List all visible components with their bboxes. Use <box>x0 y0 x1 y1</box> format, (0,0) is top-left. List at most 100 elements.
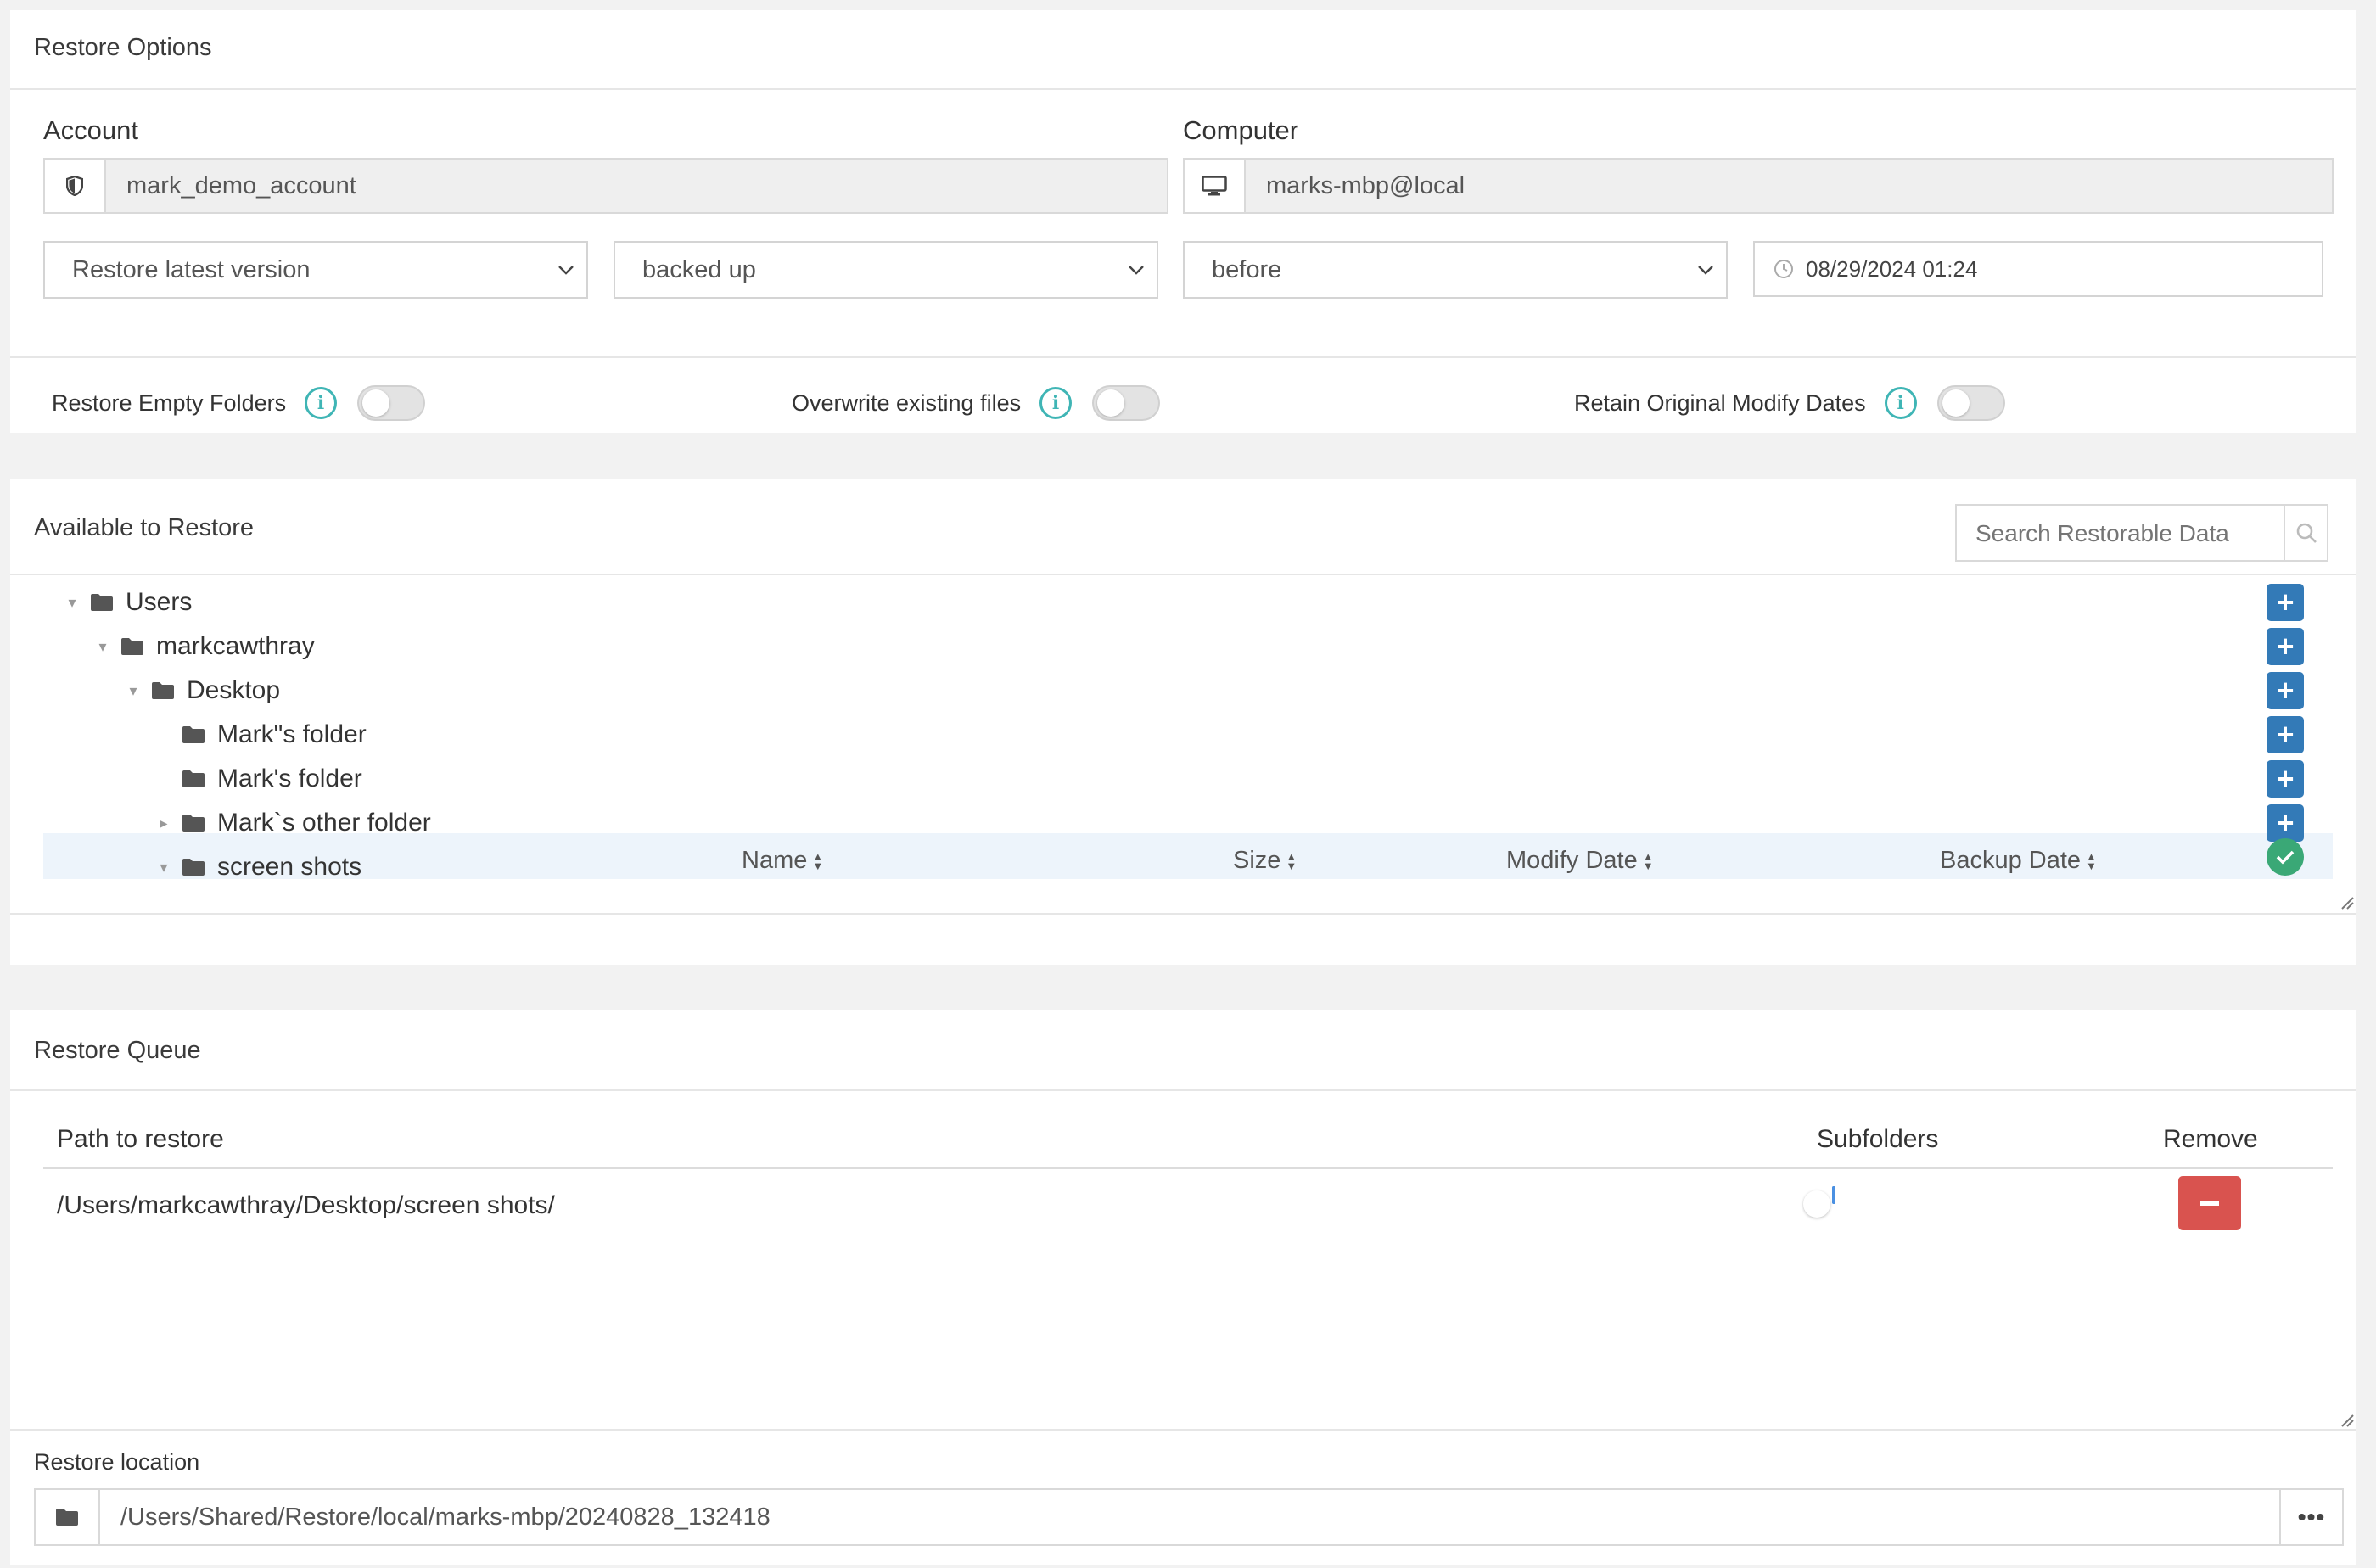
column-size-header[interactable]: Size ▲ ▼ <box>1233 847 1297 875</box>
tree-node[interactable]: Mark"s folder <box>153 713 367 757</box>
computer-value: marks-mbp@local <box>1266 171 1465 199</box>
column-remove-header: Remove <box>2163 1125 2258 1153</box>
tree-node[interactable]: ▾ markcawthray <box>92 624 315 669</box>
divider <box>10 1089 2356 1091</box>
column-name-label: Name <box>742 847 808 874</box>
remove-button[interactable] <box>2178 1176 2241 1230</box>
resize-handle-icon[interactable] <box>2339 894 2354 910</box>
monitor-icon <box>1185 160 1246 212</box>
column-modify-date-label: Modify Date <box>1506 847 1638 874</box>
state-select[interactable]: backed up <box>614 241 1158 299</box>
tree-node-label: markcawthray <box>156 632 315 660</box>
folder-icon <box>121 638 143 655</box>
resize-handle-icon[interactable] <box>2339 1412 2354 1427</box>
caret-down-icon[interactable]: ▾ <box>61 594 83 612</box>
add-to-queue-button[interactable]: + <box>2267 672 2304 709</box>
sort-icon: ▲ ▼ <box>1286 849 1297 872</box>
overwrite-label: Overwrite existing files <box>792 389 1022 416</box>
folder-icon <box>36 1490 100 1544</box>
search-input[interactable] <box>1957 506 2284 562</box>
datetime-input[interactable]: 08/29/2024 01:24 <box>1753 241 2323 297</box>
table-row: /Users/markcawthray/Desktop/screen shots… <box>43 1173 2333 1237</box>
column-path-header: Path to restore <box>57 1125 224 1153</box>
column-backup-date-header[interactable]: Backup Date ▲ ▼ <box>1940 847 2097 875</box>
tree-node[interactable]: ▸ Mark`s other folder <box>153 801 430 845</box>
minus-icon <box>2200 1201 2219 1206</box>
option-empty-folders: Restore Empty Folders i <box>52 375 426 431</box>
folder-icon <box>91 594 113 611</box>
available-panel: Available to Restore ▾ Users + ▾ markcawthra… <box>10 479 2356 965</box>
folder-icon <box>182 815 205 832</box>
empty-folders-toggle[interactable] <box>357 385 426 421</box>
tree-scroll-area[interactable]: ▾ Users + ▾ markcawthray + ▾ Desktop + Mark"s fol… <box>10 575 2356 898</box>
info-icon[interactable]: i <box>1040 387 1073 419</box>
datetime-value: 08/29/2024 01:24 <box>1806 255 1978 282</box>
info-icon[interactable]: i <box>305 387 338 419</box>
add-to-queue-button[interactable]: + <box>2267 628 2304 665</box>
add-to-queue-button[interactable]: + <box>2267 716 2304 753</box>
option-overwrite: Overwrite existing files i <box>792 375 1161 431</box>
browse-button[interactable]: ••• <box>2279 1490 2342 1544</box>
folder-icon <box>152 682 174 699</box>
divider <box>10 88 2356 90</box>
divider <box>10 913 2356 915</box>
when-select-value: before <box>1212 255 1282 283</box>
caret-down-icon[interactable]: ▾ <box>122 682 144 700</box>
clock-icon <box>1774 260 1793 278</box>
restore-location-field[interactable]: /Users/Shared/Restore/local/marks-mbp/20… <box>34 1488 2344 1546</box>
caret-right-icon[interactable]: ▸ <box>153 815 175 832</box>
computer-field[interactable]: marks-mbp@local <box>1183 158 2334 214</box>
empty-folders-label: Restore Empty Folders <box>52 389 287 416</box>
restore-location-label: Restore location <box>34 1449 200 1475</box>
divider <box>10 356 2356 358</box>
column-backup-date-label: Backup Date <box>1940 847 2082 874</box>
column-modify-date-header[interactable]: Modify Date ▲ ▼ <box>1506 847 1654 875</box>
tree-node-label: Mark"s folder <box>217 720 367 748</box>
check-circle-icon <box>2267 838 2304 876</box>
option-retain-dates: Retain Original Modify Dates i <box>1574 375 2005 431</box>
add-to-queue-button[interactable]: + <box>2267 804 2304 842</box>
retain-dates-toggle[interactable] <box>1936 385 2005 421</box>
state-select-value: backed up <box>642 255 756 283</box>
search-button[interactable] <box>2284 506 2327 560</box>
tree-node[interactable]: ▾ Desktop <box>122 669 280 713</box>
folder-icon <box>182 859 205 876</box>
account-field[interactable]: mark_demo_account <box>43 158 1168 214</box>
version-select[interactable]: Restore latest version <box>43 241 588 299</box>
restore-options-title: Restore Options <box>34 34 212 61</box>
restore-location-value: /Users/Shared/Restore/local/marks-mbp/20… <box>120 1503 771 1531</box>
tree-node-label: Desktop <box>187 676 281 704</box>
add-to-queue-button[interactable]: + <box>2267 760 2304 798</box>
tree-node[interactable]: ▾ screen shots <box>153 845 361 889</box>
column-subfolders-header: Subfolders <box>1817 1125 1939 1153</box>
search-icon <box>2296 523 2317 543</box>
sort-icon: ▲ ▼ <box>1642 849 1654 872</box>
chevron-down-icon <box>558 266 574 275</box>
search-box[interactable] <box>1955 504 2328 562</box>
divider <box>10 1429 2356 1431</box>
caret-down-icon[interactable]: ▾ <box>92 638 114 656</box>
chevron-down-icon <box>1698 266 1713 275</box>
add-to-queue-button[interactable]: + <box>2267 584 2304 621</box>
column-name-header[interactable]: Name ▲ ▼ <box>742 847 823 875</box>
sort-icon: ▲ ▼ <box>812 849 824 872</box>
tree-node-label: Mark's folder <box>217 764 362 792</box>
computer-label: Computer <box>1183 115 1299 145</box>
overwrite-toggle[interactable] <box>1092 385 1161 421</box>
available-title: Available to Restore <box>34 514 255 541</box>
ellipsis-icon: ••• <box>2297 1504 2326 1530</box>
retain-dates-label: Retain Original Modify Dates <box>1574 389 1866 416</box>
when-select[interactable]: before <box>1183 241 1728 299</box>
column-size-label: Size <box>1233 847 1281 874</box>
sort-icon: ▲ ▼ <box>2086 849 2097 872</box>
tree-node[interactable]: Mark's folder <box>153 757 362 801</box>
restore-queue-title: Restore Queue <box>34 1037 201 1064</box>
folder-icon <box>182 770 205 787</box>
caret-down-icon[interactable]: ▾ <box>153 859 175 876</box>
subfolders-toggle[interactable] <box>1803 1186 1835 1218</box>
tree-node[interactable]: ▾ Users <box>61 580 192 624</box>
restore-options-panel: Restore Options Account mark_demo_accoun… <box>10 10 2356 433</box>
info-icon[interactable]: i <box>1884 387 1917 419</box>
folder-icon <box>182 726 205 743</box>
chevron-down-icon <box>1129 266 1144 275</box>
